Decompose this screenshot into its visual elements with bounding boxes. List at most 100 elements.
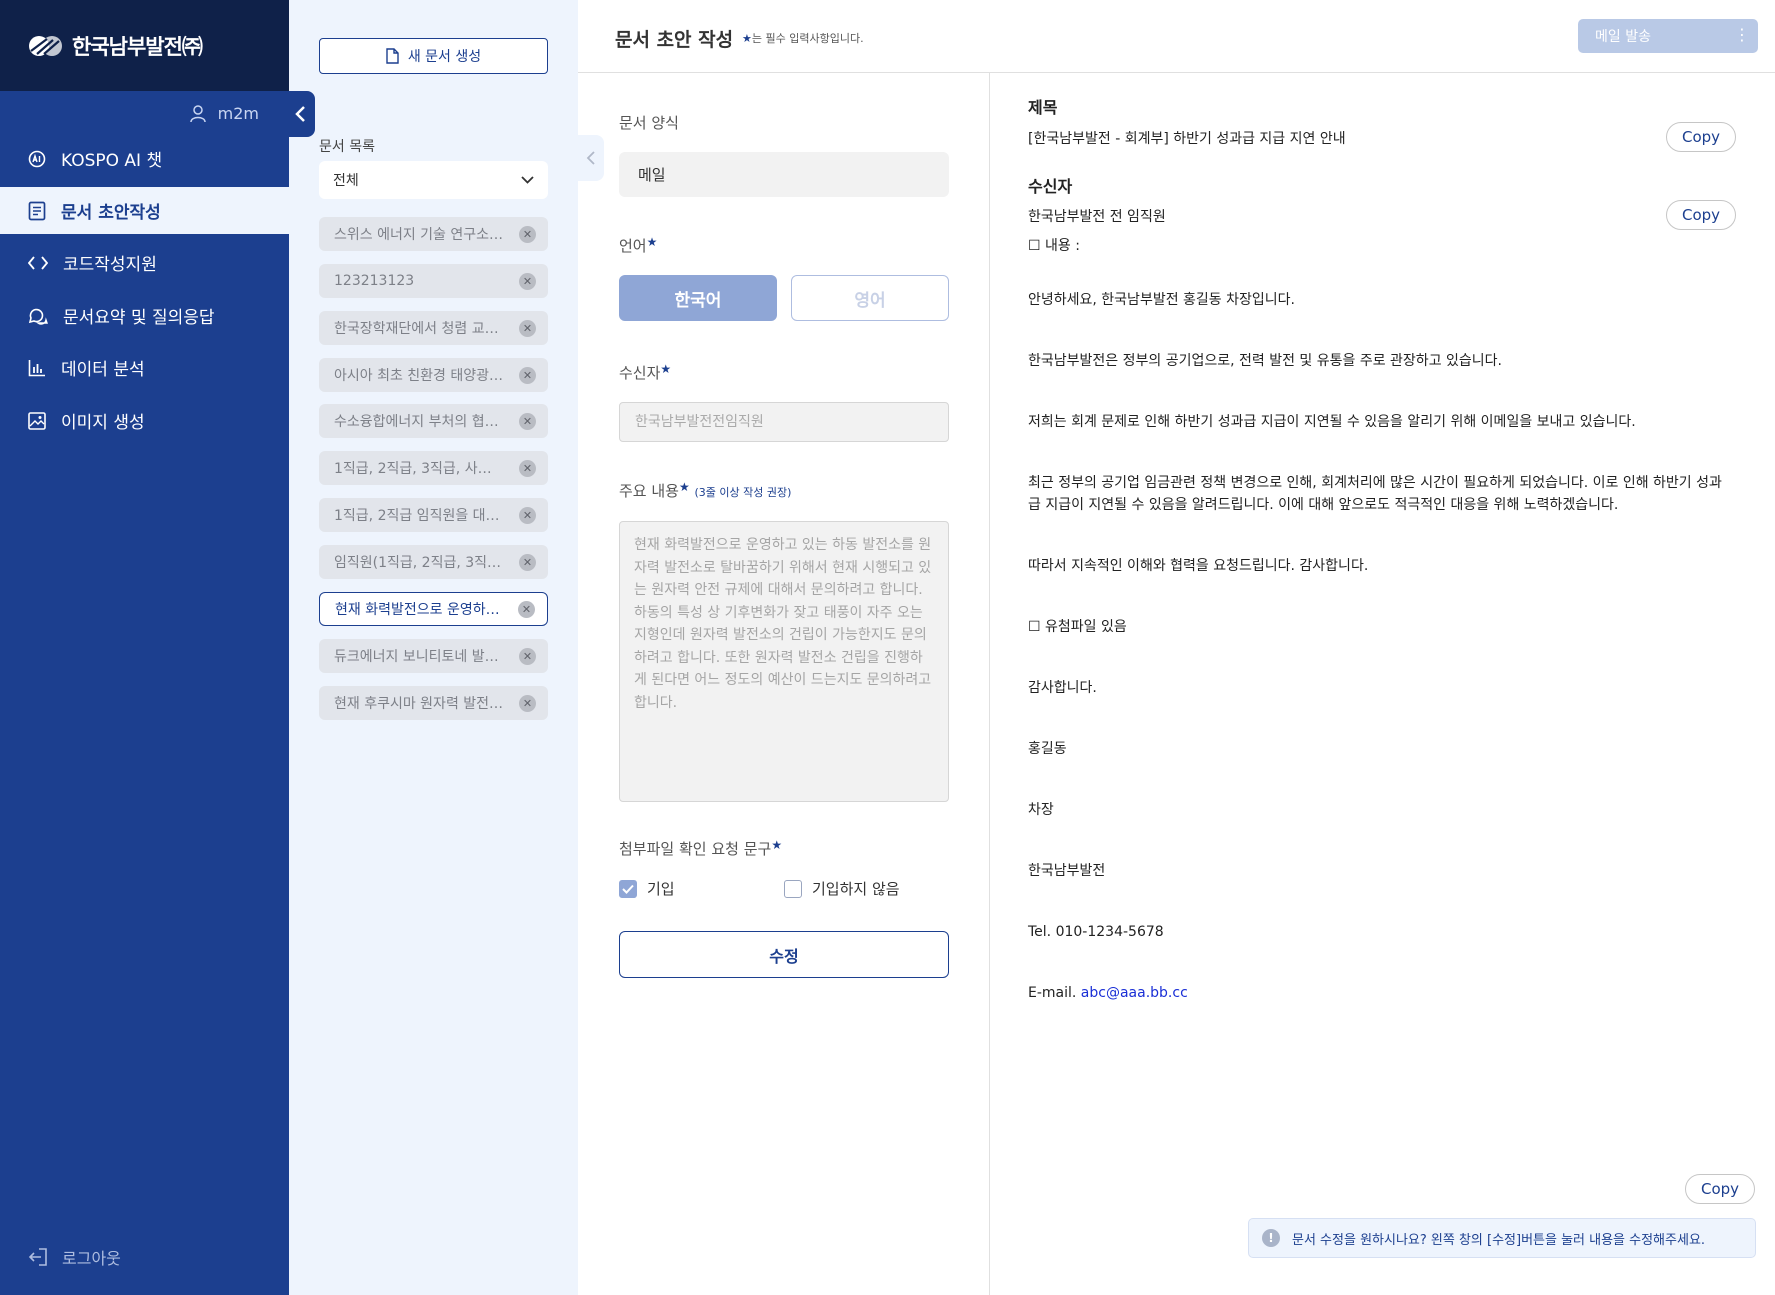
body-paragraph: 감사합니다. [1028,680,1097,696]
required-star: ★ [742,32,752,45]
language-label: 언어★ [619,235,657,256]
attach-no-checkbox[interactable]: 기입하지 않음 [784,878,900,899]
body-paragraph: 차장 [1028,802,1054,818]
delete-icon[interactable]: ✕ [519,412,536,430]
document-title: 임직원(1직급, 2직급, 3직급) 대상 공지 [334,555,504,571]
document-title: 수소융합에너지 부처의 협력 요청 [334,414,504,430]
document-list-item[interactable]: 수소융합에너지 부처의 협력 요청 ✕ [319,404,548,438]
body-paragraph: 홍길동 [1028,741,1067,757]
document-list-item[interactable]: 1직급, 2직급 임직원을 대상으로 한 안내 ✕ [319,498,548,532]
document-list-item-selected[interactable]: 현재 화력발전으로 운영하고 있는 하동 발전소 ✕ [319,592,548,626]
sidebar-item-code-assist[interactable]: 코드작성지원 [0,239,289,286]
content-textarea[interactable]: 현재 화력발전으로 운영하고 있는 하동 발전소를 원자력 발전소로 탈바꿈하기… [619,521,949,802]
info-icon: ! [1262,1229,1280,1247]
attach-yes-label: 기입 [647,880,675,898]
document-list-item[interactable]: 1직급, 2직급, 3직급, 사원 대상 교육 안내 ✕ [319,451,548,485]
document-list-item[interactable]: 스위스 에너지 기술 연구소 탐방 관련 문의 ✕ [319,217,548,251]
attach-yes-checkbox[interactable]: 기입 [619,878,675,899]
filter-value: 전체 [333,173,359,189]
delete-icon[interactable]: ✕ [519,319,536,337]
language-korean-button[interactable]: 한국어 [619,275,777,321]
copy-recipient-button[interactable]: Copy [1666,200,1736,230]
body-paragraph: 한국남부발전 [1028,863,1106,879]
copy-body-button[interactable]: Copy [1685,1174,1755,1204]
body-paragraph: 저희는 회계 문제로 인해 하반기 성과급 지급이 지연될 수 있음을 알리기 … [1028,414,1636,430]
mail-send-button[interactable]: 메일 발송 ⋮ [1578,19,1758,53]
new-document-label: 새 문서 생성 [407,49,482,65]
recipient-heading: 수신자 [1028,177,1073,196]
chevron-left-icon [586,151,595,165]
image-icon [28,411,46,430]
logo-text: 한국남부발전㈜ [72,34,203,59]
document-list-title: 문서 목록 [319,139,375,155]
document-title: 1직급, 2직급 임직원을 대상으로 한 안내 [334,508,504,524]
sidebar-item-draft-document[interactable]: 문서 초안작성 [0,187,289,234]
sidebar-item-ai-chat[interactable]: KOSPO AI 챗 [0,135,289,182]
logo-mark-icon [28,35,66,57]
sidebar-item-label: 코드작성지원 [63,255,157,275]
document-filter-select[interactable]: 전체 [319,161,548,199]
recipient-value: 한국남부발전 전 임직원 [1028,209,1166,225]
more-menu-icon[interactable]: ⋮ [1734,27,1750,43]
language-english-button[interactable]: 영어 [791,275,949,321]
document-list-item[interactable]: 123213123 ✕ [319,264,548,298]
delete-icon[interactable]: ✕ [518,600,535,618]
document-list-item[interactable]: 아시아 최초 친환경 태양광 발전소 안내 ✕ [319,358,548,392]
body-paragraph: Tel. 010-1234-5678 [1028,924,1164,940]
document-title: 아시아 최초 친환경 태양광 발전소 안내 [334,368,504,384]
document-title: 한국장학재단에서 청렴 교육 관련 안내 [334,321,504,337]
sidebar-collapse-button[interactable] [285,91,315,137]
delete-icon[interactable]: ✕ [519,506,536,524]
file-icon [386,48,399,64]
document-title: 123213123 [334,273,415,289]
delete-icon[interactable]: ✕ [519,647,536,665]
email-link[interactable]: abc@aaa.bb.cc [1081,985,1188,1001]
recipient-input[interactable] [619,402,949,442]
subject-heading: 제목 [1028,98,1058,117]
required-note: ★는 필수 입력사항입니다. [742,30,864,46]
doc-type-label: 문서 양식 [619,114,679,132]
delete-icon[interactable]: ✕ [519,694,536,712]
document-list-item[interactable]: 듀크에너지 보니티토네 발전소 관련 문의 ✕ [319,639,548,673]
document-icon [28,201,46,220]
delete-icon[interactable]: ✕ [519,366,536,384]
body-paragraph: 안녕하세요, 한국남부발전 홍길동 차장입니다. [1028,292,1295,308]
delete-icon[interactable]: ✕ [519,225,536,243]
content-label: 주요 내용★ (3줄 이상 작성 권장) [619,480,791,501]
document-title: 현재 후쿠시마 원자력 발전소 관련 문의 [334,696,504,712]
mail-send-label: 메일 발송 [1595,29,1651,45]
content-label-text: 주요 내용 [619,482,679,500]
logout-button[interactable]: 로그아웃 [28,1245,121,1269]
document-list-item[interactable]: 임직원(1직급, 2직급, 3직급) 대상 공지 ✕ [319,545,548,579]
document-title: 현재 화력발전으로 운영하고 있는 하동 발전소 [335,602,505,618]
sidebar-item-image-generation[interactable]: 이미지 생성 [0,397,289,444]
sidebar-item-label: KOSPO AI 챗 [61,151,163,171]
edit-button[interactable]: 수정 [619,931,949,978]
subject-value: [한국남부발전 - 회계부] 하반기 성과급 지급 지연 안내 [1028,131,1346,147]
sidebar-item-summary-qa[interactable]: 문서요약 및 질의응답 [0,292,289,339]
copy-subject-button[interactable]: Copy [1666,122,1736,152]
sidebar-item-data-analysis[interactable]: 데이터 분석 [0,344,289,391]
delete-icon[interactable]: ✕ [519,459,536,477]
chevron-down-icon [521,176,534,184]
body-paragraph: 한국남부발전은 정부의 공기업으로, 전력 발전 및 유통을 주로 관장하고 있… [1028,353,1502,369]
panel-collapse-button[interactable] [578,135,604,181]
required-star: ★ [771,838,783,852]
delete-icon[interactable]: ✕ [519,272,536,290]
document-title: 스위스 에너지 기술 연구소 탐방 관련 문의 [334,227,504,243]
user-profile: m2m [189,104,259,123]
doc-type-field: 메일 [619,152,949,197]
document-list-item[interactable]: 한국장학재단에서 청렴 교육 관련 안내 ✕ [319,311,548,345]
attachment-label-text: 첨부파일 확인 요청 문구 [619,840,772,858]
body-paragraph: ☐ 유첨파일 있음 [1028,619,1127,635]
document-preview: 제목 [한국남부발전 - 회계부] 하반기 성과급 지급 지연 안내 Copy … [991,73,1775,1295]
chevron-left-icon [295,106,305,122]
required-star: ★ [660,362,672,376]
body-paragraph: ☐ 내용 : [1028,238,1080,254]
sidebar-item-label: 문서 초안작성 [61,203,161,223]
new-document-button[interactable]: 새 문서 생성 [319,38,548,74]
document-list-item[interactable]: 현재 후쿠시마 원자력 발전소 관련 문의 ✕ [319,686,548,720]
body-paragraph: 최근 정부의 공기업 임금관련 정책 변경으로 인해, 회계처리에 많은 시간이… [1028,475,1722,513]
delete-icon[interactable]: ✕ [519,553,536,571]
checkbox-unchecked-icon [784,879,802,898]
